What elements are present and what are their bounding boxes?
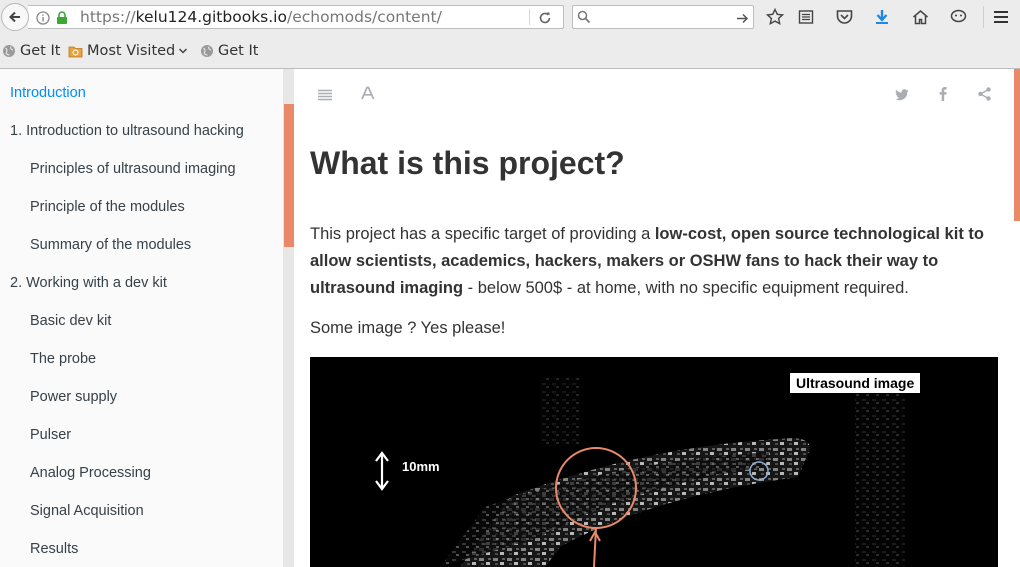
toc-item-power-supply[interactable]: Power supply — [30, 389, 117, 405]
bookmark-get-it[interactable]: Get It — [2, 43, 60, 59]
scale-label: 10mm — [402, 459, 440, 474]
intro-paragraph: This project has a specific target of pr… — [310, 221, 990, 302]
back-arrow-icon — [9, 11, 20, 23]
sidebar-scrollbar-thumb[interactable] — [284, 104, 294, 247]
menu-icon[interactable] — [991, 7, 1011, 27]
url-bar[interactable]: https://kelu124.gitbooks.io/echomods/con… — [28, 5, 564, 29]
bookmark-label: Get It — [218, 43, 259, 59]
image-caption-paragraph: Some image ? Yes please! — [310, 319, 506, 337]
folder-icon — [68, 45, 83, 58]
url-text[interactable]: https://kelu124.gitbooks.io/echomods/con… — [80, 8, 442, 26]
toc-item-chapter-1[interactable]: 1. Introduction to ultrasound hacking — [10, 123, 244, 139]
intro-text: This project has a specific target of pr… — [310, 225, 655, 243]
page-content: What is this project? This project has a… — [294, 69, 1014, 567]
share-icon[interactable] — [978, 86, 991, 105]
facebook-icon[interactable] — [939, 86, 947, 105]
toc-item-results[interactable]: Results — [30, 541, 78, 557]
bookmarks-bar: Get It Most Visited Get It — [0, 36, 1020, 69]
pocket-icon[interactable] — [834, 7, 854, 27]
bookmark-star-icon[interactable] — [765, 7, 785, 27]
toc-item-analog-processing[interactable]: Analog Processing — [30, 465, 151, 481]
bookmark-get-it-2[interactable]: Get It — [200, 43, 258, 59]
toc-item-probe[interactable]: The probe — [30, 351, 96, 367]
ultrasound-image: Ultrasound image 10mm — [310, 357, 998, 567]
home-icon[interactable] — [910, 7, 930, 27]
chat-icon[interactable] — [948, 7, 968, 27]
url-divider — [529, 9, 530, 25]
download-icon[interactable] — [872, 7, 892, 27]
toc-item-pulser[interactable]: Pulser — [30, 427, 71, 443]
search-input[interactable] — [572, 5, 754, 29]
toolbar-separator — [983, 6, 984, 28]
content-scrollbar-thumb[interactable] — [1014, 69, 1020, 221]
reload-icon[interactable] — [538, 10, 552, 29]
toggle-sidebar-icon[interactable] — [318, 86, 332, 105]
toc-item-basic-dev-kit[interactable]: Basic dev kit — [30, 313, 111, 329]
bookmark-label: Get It — [20, 43, 61, 59]
search-icon — [577, 9, 591, 28]
book-summary-sidebar: Introduction 1. Introduction to ultrasou… — [0, 69, 284, 567]
chevron-down-icon — [179, 48, 188, 54]
back-button[interactable] — [1, 3, 29, 31]
toc-item-summary-modules[interactable]: Summary of the modules — [30, 237, 191, 253]
globe-icon — [200, 44, 214, 58]
toc-item-principles-ultrasound[interactable]: Principles of ultrasound imaging — [30, 161, 236, 177]
reading-list-icon[interactable] — [796, 7, 816, 27]
lock-icon[interactable] — [56, 10, 68, 29]
bookmark-label: Most Visited — [87, 43, 176, 59]
toc-item-introduction[interactable]: Introduction — [10, 85, 86, 101]
arrow-right-icon[interactable] — [736, 10, 749, 29]
figure-label: Ultrasound image — [790, 373, 921, 393]
globe-icon — [2, 44, 16, 58]
twitter-icon[interactable] — [895, 86, 909, 105]
toc-item-principle-modules[interactable]: Principle of the modules — [30, 199, 185, 215]
browser-toolbar: https://kelu124.gitbooks.io/echomods/con… — [0, 0, 1020, 36]
toc-item-signal-acquisition[interactable]: Signal Acquisition — [30, 503, 144, 519]
info-icon[interactable] — [36, 10, 50, 29]
toc-item-chapter-2[interactable]: 2. Working with a dev kit — [10, 275, 167, 291]
page-title: What is this project? — [310, 145, 625, 181]
bookmark-most-visited[interactable]: Most Visited — [68, 43, 188, 59]
intro-text-end: - below 500$ - at home, with no specific… — [463, 279, 909, 297]
font-settings-icon[interactable] — [361, 85, 375, 104]
